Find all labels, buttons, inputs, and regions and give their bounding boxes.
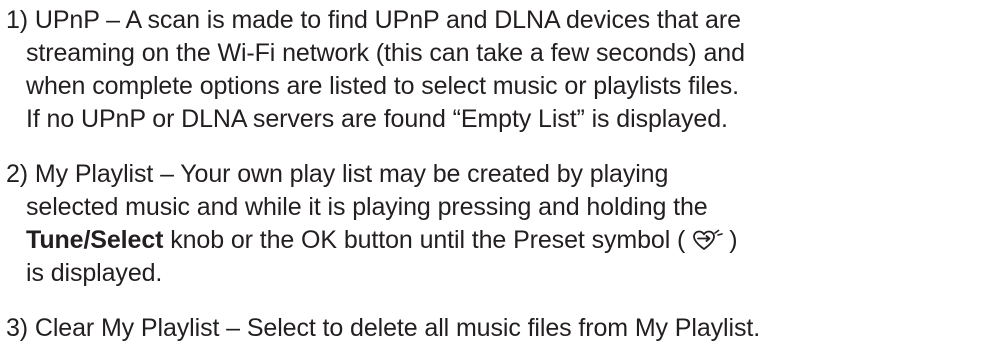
tune-select-knob-label: Tune/Select	[26, 226, 164, 254]
list-item-upnp: 1) UPnP – A scan is made to find UPnP an…	[6, 4, 978, 136]
list-item-clear-my-playlist: 3) Clear My Playlist – Select to delete …	[6, 312, 978, 345]
my-playlist-line-1: 2) My Playlist – Your own play list may …	[6, 160, 669, 188]
my-playlist-line-4: is displayed.	[26, 259, 163, 287]
my-playlist-line-3-end: )	[729, 226, 738, 254]
preset-heart-icon	[693, 229, 724, 251]
my-playlist-line-3-text: knob or the OK button until the Preset s…	[163, 226, 686, 254]
upnp-line-4: If no UPnP or DLNA servers are found “Em…	[26, 105, 728, 133]
upnp-line-1: 1) UPnP – A scan is made to find UPnP an…	[6, 6, 741, 34]
clear-playlist-line-1: 3) Clear My Playlist – Select to delete …	[6, 314, 761, 342]
my-playlist-line-3: Tune/Select knob or the OK button until …	[6, 224, 978, 257]
my-playlist-line-2: selected music and while it is playing p…	[26, 193, 708, 221]
list-item-my-playlist: 2) My Playlist – Your own play list may …	[6, 158, 978, 290]
upnp-line-3: when complete options are listed to sele…	[26, 72, 739, 100]
manual-page: 1) UPnP – A scan is made to find UPnP an…	[0, 0, 983, 362]
upnp-line-2: streaming on the Wi-Fi network (this can…	[26, 39, 745, 67]
